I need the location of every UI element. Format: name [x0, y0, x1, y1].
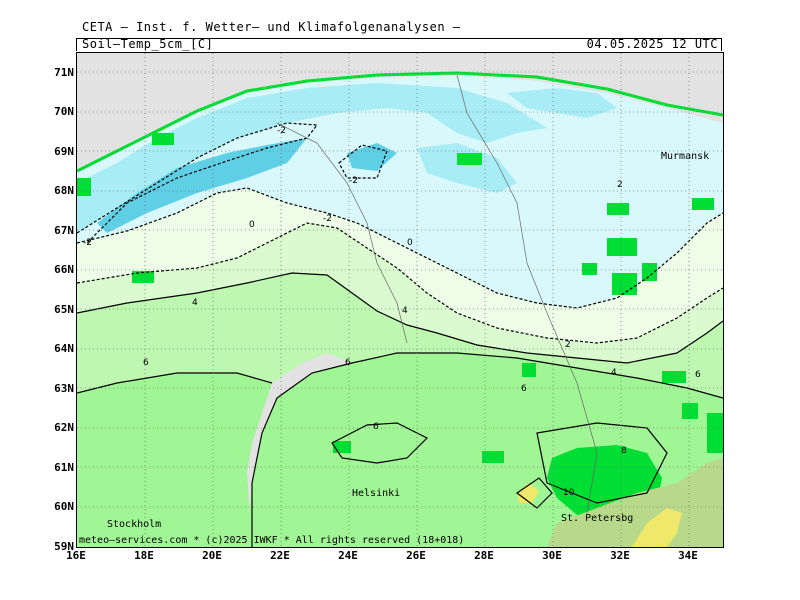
map-svg: -2 -2 -2 0 0 -2 2 4 4 6 6 6 6 4 2 6 8 10 — [77, 53, 723, 547]
clab-12: 6 — [521, 384, 527, 394]
patch-9 — [333, 441, 351, 453]
lon-label-18: 18E — [134, 549, 154, 562]
lat-label-61: 61N — [54, 461, 74, 474]
clab-8: 4 — [402, 306, 408, 316]
lon-label-28: 28E — [474, 549, 494, 562]
label-st-petersburg: St. Petersbg — [561, 513, 634, 524]
patch-13 — [707, 413, 723, 453]
lon-label-32: 32E — [610, 549, 630, 562]
lat-label-66: 66N — [54, 263, 74, 276]
patch-12 — [682, 403, 698, 419]
lat-label-68: 68N — [54, 184, 74, 197]
map-panel: -2 -2 -2 0 0 -2 2 4 4 6 6 6 6 4 2 6 8 10… — [76, 52, 724, 548]
patch-2 — [607, 203, 629, 215]
clab-3: 0 — [249, 220, 255, 230]
lon-label-22: 22E — [270, 549, 290, 562]
lat-label-63: 63N — [54, 382, 74, 395]
clab-17: 10 — [563, 488, 575, 498]
header-divider — [76, 38, 722, 51]
lon-label-20: 20E — [202, 549, 222, 562]
lat-label-62: 62N — [54, 421, 74, 434]
lon-label-30: 30E — [542, 549, 562, 562]
patch-1 — [457, 153, 482, 165]
credit-text: meteo—services.com * (c)2025 IWKF * All … — [79, 535, 465, 546]
clab-1: -2 — [349, 176, 358, 186]
patch-4 — [612, 273, 637, 295]
clab-2: -2 — [83, 238, 92, 248]
patch-11 — [662, 371, 686, 383]
patch-15 — [152, 133, 174, 145]
patch-3 — [607, 238, 637, 256]
clab-9: 6 — [143, 358, 149, 368]
clab-10: 6 — [345, 358, 351, 368]
patch-5 — [582, 263, 597, 275]
lat-label-71: 71N — [54, 66, 74, 79]
clab-7: 4 — [192, 298, 198, 308]
clab-16: 8 — [621, 446, 627, 456]
clab-0: -2 — [277, 126, 286, 136]
org-title: CETA — Inst. f. Wetter— und Klimafolgena… — [82, 20, 461, 34]
lat-label-60: 60N — [54, 500, 74, 513]
lat-label-67: 67N — [54, 224, 74, 237]
patch-14 — [522, 363, 536, 377]
label-stockholm: Stockholm — [107, 519, 162, 530]
clab-14: 2 — [617, 180, 623, 190]
label-helsinki: Helsinki — [352, 488, 401, 499]
lon-label-16: 16E — [66, 549, 86, 562]
patch-7 — [692, 198, 714, 210]
patch-16 — [77, 178, 91, 196]
clab-15: 6 — [695, 370, 701, 380]
lat-label-64: 64N — [54, 342, 74, 355]
clab-13: 4 — [611, 368, 617, 378]
clab-6: 2 — [565, 340, 571, 350]
lat-label-69: 69N — [54, 145, 74, 158]
clab-5: -2 — [323, 214, 332, 224]
lat-label-70: 70N — [54, 105, 74, 118]
lon-label-26: 26E — [406, 549, 426, 562]
label-murmansk: Murmansk — [661, 151, 710, 162]
clab-4: 0 — [407, 238, 413, 248]
lon-label-24: 24E — [338, 549, 358, 562]
lon-label-34: 34E — [678, 549, 698, 562]
lat-label-65: 65N — [54, 303, 74, 316]
clab-11: 6 — [373, 422, 379, 432]
